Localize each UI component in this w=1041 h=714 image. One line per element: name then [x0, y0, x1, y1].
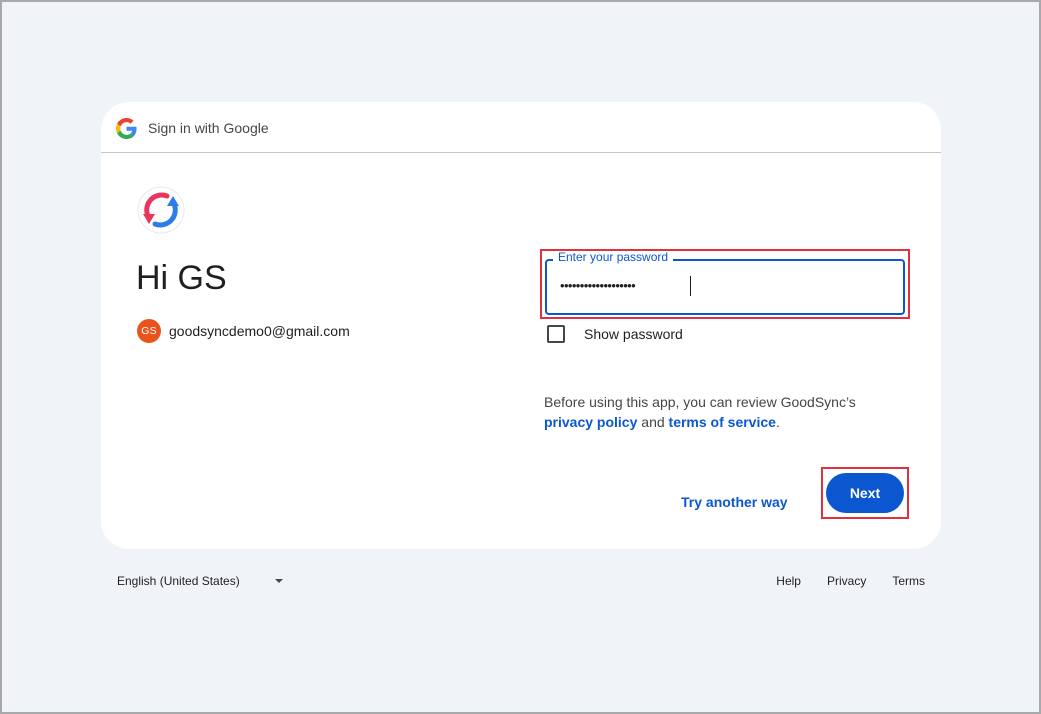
footer-link-privacy[interactable]: Privacy: [827, 574, 866, 588]
password-field-label: Enter your password: [553, 250, 674, 264]
footer-link-help[interactable]: Help: [776, 574, 801, 588]
avatar: GS: [137, 319, 161, 343]
language-selector[interactable]: English (United States): [117, 572, 240, 590]
review-suffix: .: [775, 414, 780, 430]
review-prefix: Before using this app, you can review Go…: [544, 394, 856, 410]
text-caret: [690, 276, 691, 296]
show-password-option[interactable]: Show password: [547, 325, 683, 343]
greeting-heading: Hi GS: [136, 259, 227, 297]
review-and: and: [641, 414, 665, 430]
terms-of-service-link[interactable]: terms of service: [669, 414, 776, 430]
footer-links: Help Privacy Terms: [750, 572, 925, 590]
card-header: Sign in with Google: [101, 102, 941, 153]
show-password-label[interactable]: Show password: [584, 326, 683, 342]
account-email: goodsyncdemo0@gmail.com: [169, 323, 350, 339]
google-g-icon: [116, 118, 137, 139]
privacy-policy-link[interactable]: privacy policy: [544, 414, 637, 430]
show-password-checkbox[interactable]: [547, 325, 565, 343]
password-masked-value[interactable]: •••••••••••••••••••: [560, 276, 636, 296]
review-notice: Before using this app, you can review Go…: [544, 392, 904, 432]
footer-link-terms[interactable]: Terms: [892, 574, 925, 588]
try-another-way-button[interactable]: Try another way: [673, 482, 796, 522]
caret-down-icon[interactable]: [275, 579, 283, 583]
account-chip[interactable]: GS goodsyncdemo0@gmail.com: [137, 319, 350, 343]
next-button[interactable]: Next: [826, 473, 904, 513]
sign-in-card: Sign in with Google Hi GS GS goodsyncdem…: [101, 102, 941, 549]
goodsync-sync-icon: [137, 186, 185, 234]
header-title: Sign in with Google: [148, 120, 269, 136]
